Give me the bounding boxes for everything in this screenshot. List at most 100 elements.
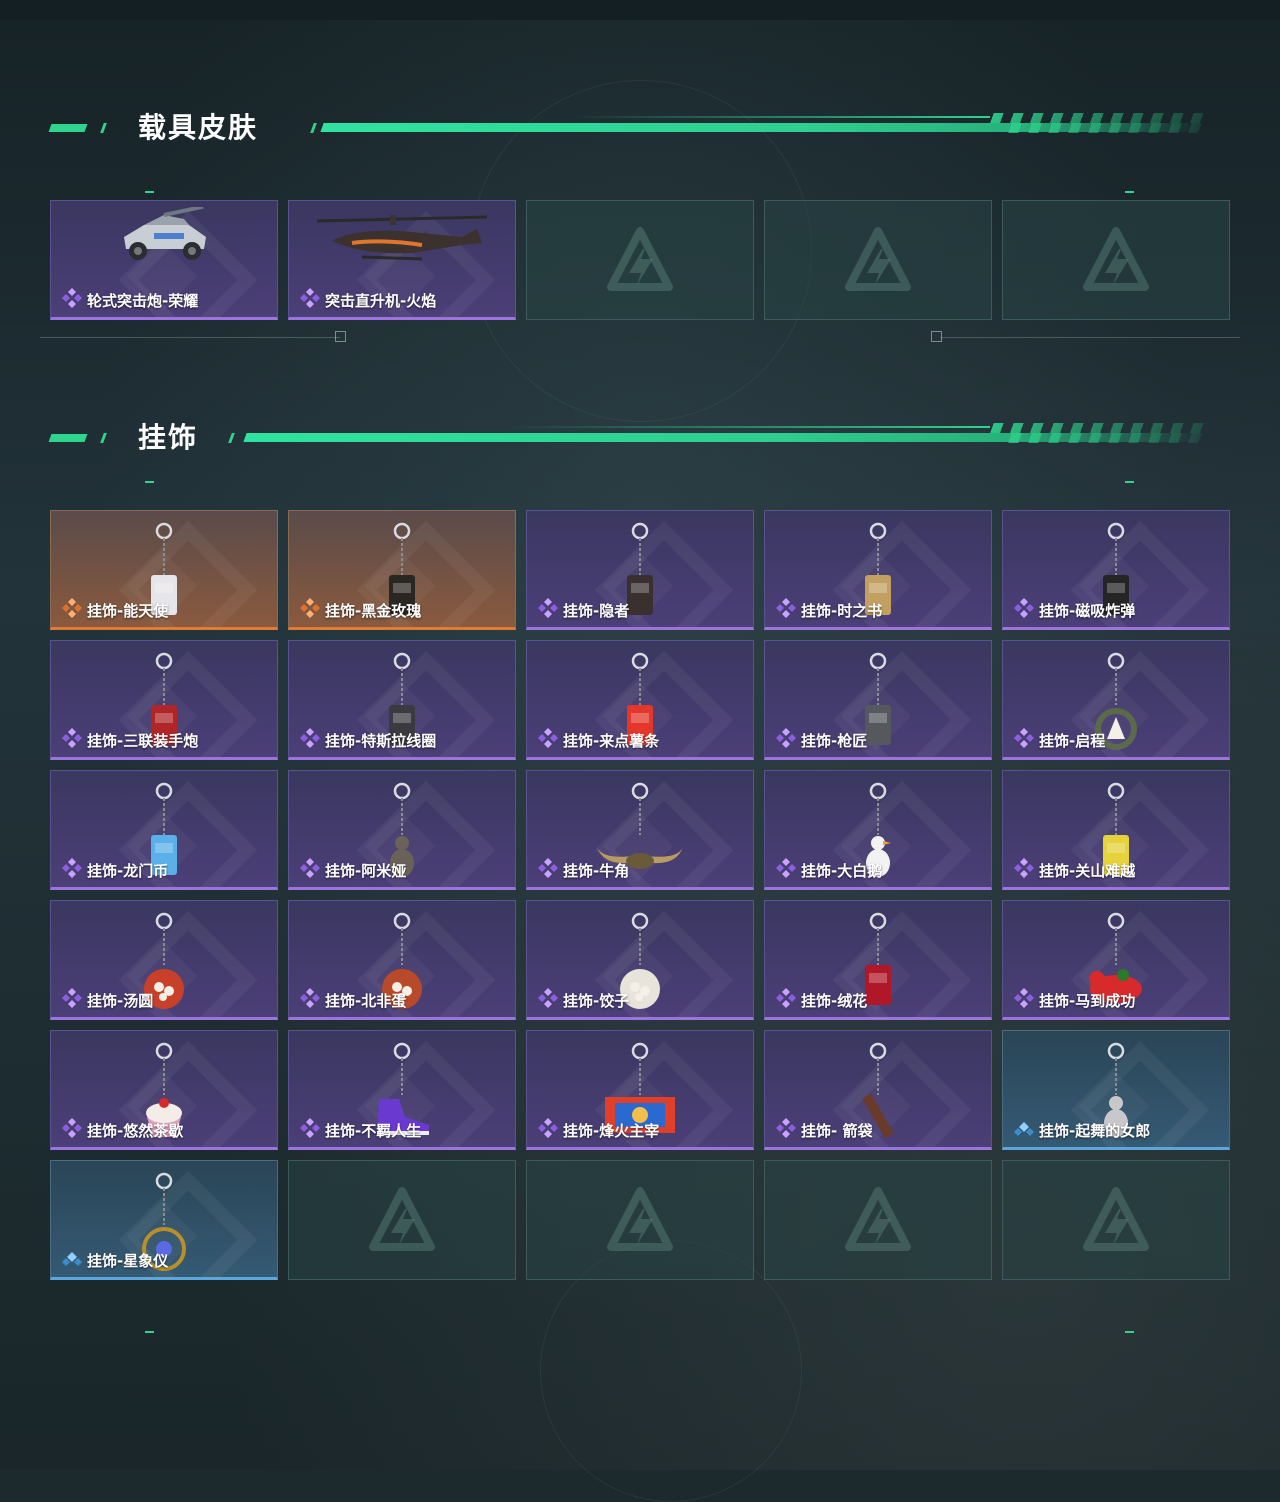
placeholder-logo-icon bbox=[369, 1187, 435, 1251]
item-card[interactable]: 挂饰-起舞的女郎 bbox=[1002, 1030, 1230, 1150]
item-name: 挂饰-牛角 bbox=[563, 861, 630, 880]
rarity-icon bbox=[775, 857, 797, 883]
rarity-icon bbox=[299, 857, 321, 883]
empty-slot bbox=[526, 200, 754, 320]
rarity-icon bbox=[537, 1117, 559, 1143]
item-card[interactable]: 挂饰-阿米娅 bbox=[288, 770, 516, 890]
empty-slot bbox=[1002, 200, 1230, 320]
rarity-icon bbox=[775, 1117, 797, 1143]
rarity-icon bbox=[1013, 727, 1035, 753]
armored-car-icon bbox=[114, 204, 214, 271]
item-card[interactable]: 突击直升机-火焰 bbox=[288, 200, 516, 320]
ruler-box bbox=[931, 331, 942, 342]
item-label: 挂饰-大白鹅 bbox=[775, 857, 882, 883]
rarity-icon bbox=[299, 987, 321, 1013]
rarity-icon bbox=[61, 857, 83, 883]
item-card[interactable]: 挂饰-烽火主宰 bbox=[526, 1030, 754, 1150]
item-card[interactable]: 挂饰-牛角 bbox=[526, 770, 754, 890]
header-tick bbox=[100, 123, 107, 133]
item-name: 挂饰-黑金玫瑰 bbox=[325, 601, 422, 620]
item-name: 挂饰-饺子 bbox=[563, 991, 630, 1010]
corner-marker bbox=[1125, 191, 1134, 193]
ruler-box bbox=[335, 331, 346, 342]
item-card[interactable]: 挂饰-汤圆 bbox=[50, 900, 278, 1020]
item-card[interactable]: 挂饰-星象仪 bbox=[50, 1160, 278, 1280]
item-card[interactable]: 挂饰-时之书 bbox=[764, 510, 992, 630]
header-checker bbox=[998, 433, 1202, 443]
rarity-icon bbox=[299, 1117, 321, 1143]
corner-marker bbox=[145, 481, 154, 483]
corner-marker bbox=[145, 1331, 154, 1333]
section-title: 载具皮肤 bbox=[138, 111, 259, 144]
placeholder-logo-icon bbox=[845, 227, 911, 291]
item-card[interactable]: 挂饰-大白鹅 bbox=[764, 770, 992, 890]
header-tick bbox=[100, 433, 107, 443]
rarity-icon bbox=[299, 287, 321, 313]
item-name: 挂饰-北非蛋 bbox=[325, 991, 407, 1010]
rarity-icon bbox=[61, 597, 83, 623]
item-label: 挂饰-能天使 bbox=[61, 597, 168, 623]
item-name: 挂饰-关山难越 bbox=[1039, 861, 1136, 880]
item-name: 挂饰-汤圆 bbox=[87, 991, 154, 1010]
corner-marker bbox=[1125, 1331, 1134, 1333]
header-slab bbox=[48, 434, 88, 442]
header-checker bbox=[998, 123, 1202, 133]
corner-marker bbox=[1125, 481, 1134, 483]
item-card[interactable]: 轮式突击炮-荣耀 bbox=[50, 200, 278, 320]
charm-grid: 挂饰-能天使 挂饰-黑金玫瑰 挂饰-隐者 挂饰-时之书 挂饰-磁吸炸弹 挂饰-三联装手炮挂… bbox=[50, 510, 1230, 1280]
item-name: 挂饰-龙门币 bbox=[87, 861, 169, 880]
item-name: 挂饰-起舞的女郎 bbox=[1039, 1121, 1151, 1140]
item-card[interactable]: 挂饰-北非蛋 bbox=[288, 900, 516, 1020]
rarity-icon bbox=[61, 1117, 83, 1143]
item-card[interactable]: 挂饰-磁吸炸弹 bbox=[1002, 510, 1230, 630]
item-label: 挂饰-阿米娅 bbox=[299, 857, 406, 883]
rarity-icon bbox=[61, 1247, 83, 1273]
header-bar-line bbox=[510, 426, 990, 428]
item-label: 挂饰-悠然茶歇 bbox=[61, 1117, 183, 1143]
item-name: 挂饰-时之书 bbox=[801, 601, 883, 620]
item-card[interactable]: 挂饰-启程 bbox=[1002, 640, 1230, 760]
rarity-icon bbox=[775, 987, 797, 1013]
item-name: 挂饰-阿米娅 bbox=[325, 861, 407, 880]
item-card[interactable]: 挂饰-马到成功 bbox=[1002, 900, 1230, 1020]
item-card[interactable]: 挂饰-龙门币 bbox=[50, 770, 278, 890]
empty-slot bbox=[764, 200, 992, 320]
item-label: 挂饰-北非蛋 bbox=[299, 987, 406, 1013]
rarity-icon bbox=[537, 597, 559, 623]
item-label: 挂饰-磁吸炸弹 bbox=[1013, 597, 1135, 623]
item-card[interactable]: 挂饰-隐者 bbox=[526, 510, 754, 630]
placeholder-logo-icon bbox=[607, 1187, 673, 1251]
item-name: 挂饰-烽火主宰 bbox=[563, 1121, 660, 1140]
item-name: 挂饰-特斯拉线圈 bbox=[325, 731, 437, 750]
placeholder-logo-icon bbox=[607, 227, 673, 291]
item-card[interactable]: 挂饰-来点薯条 bbox=[526, 640, 754, 760]
item-card[interactable]: 挂饰-枪匠 bbox=[764, 640, 992, 760]
item-label: 挂饰-牛角 bbox=[537, 857, 629, 883]
item-name: 挂饰-启程 bbox=[1039, 731, 1106, 750]
item-label: 挂饰-启程 bbox=[1013, 727, 1105, 753]
item-label: 挂饰-汤圆 bbox=[61, 987, 153, 1013]
placeholder-logo-icon bbox=[1083, 1187, 1149, 1251]
item-card[interactable]: 挂饰-不羁人生 bbox=[288, 1030, 516, 1150]
item-name: 挂饰-悠然茶歇 bbox=[87, 1121, 184, 1140]
item-card[interactable]: 挂饰-饺子 bbox=[526, 900, 754, 1020]
rarity-icon bbox=[537, 857, 559, 883]
header-slab bbox=[48, 124, 88, 132]
item-card[interactable]: 挂饰-三联装手炮 bbox=[50, 640, 278, 760]
item-card[interactable]: 挂饰-绒花 bbox=[764, 900, 992, 1020]
top-band bbox=[0, 0, 1280, 20]
item-card[interactable]: 挂饰-特斯拉线圈 bbox=[288, 640, 516, 760]
item-card[interactable]: 挂饰- 箭袋 bbox=[764, 1030, 992, 1150]
rarity-icon bbox=[1013, 857, 1035, 883]
rarity-icon bbox=[537, 727, 559, 753]
header-tick bbox=[310, 123, 317, 133]
item-card[interactable]: 挂饰-悠然茶歇 bbox=[50, 1030, 278, 1150]
rarity-icon bbox=[775, 727, 797, 753]
item-card[interactable]: 挂饰-黑金玫瑰 bbox=[288, 510, 516, 630]
item-card[interactable]: 挂饰-关山难越 bbox=[1002, 770, 1230, 890]
item-label: 挂饰-不羁人生 bbox=[299, 1117, 421, 1143]
item-label: 挂饰-关山难越 bbox=[1013, 857, 1135, 883]
helicopter-icon bbox=[312, 207, 492, 273]
item-label: 挂饰-三联装手炮 bbox=[61, 727, 198, 753]
item-card[interactable]: 挂饰-能天使 bbox=[50, 510, 278, 630]
